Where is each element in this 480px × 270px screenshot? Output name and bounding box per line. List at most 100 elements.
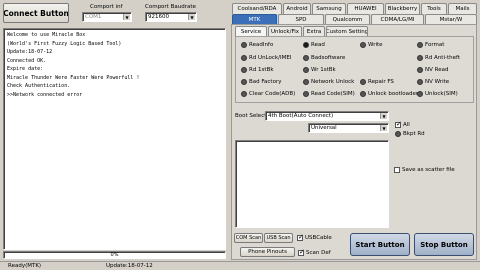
radio-label: Clear Code(ADB) [249,91,296,97]
radio-dot [360,91,366,97]
radio-unlock-sim[interactable]: Unlock(SIM) [417,91,458,97]
log-line: Connected OK. [7,57,47,64]
radio-dot [417,79,423,85]
checkbox-box [395,120,402,128]
chevron-down-icon: ▼ [123,14,130,20]
radio-format[interactable]: Format [417,42,444,48]
partition-list[interactable] [235,140,389,228]
checkbox-box [297,233,304,241]
boot-select[interactable]: 4th Boot(Auto Connect) ▼ [265,111,389,121]
chevron-down-icon: ▼ [380,125,387,131]
universal-select[interactable]: Universal ▼ [308,123,389,133]
radio-label: Read Code(SIM) [311,91,355,97]
status-update: Update:18-07-12 [106,263,153,269]
usb-cable-label: USBCable [305,235,332,241]
connect-button[interactable]: Connect Button [3,3,69,23]
all-checkbox[interactable]: All [395,120,410,128]
usb-scan-button[interactable]: USB Scan [264,233,293,243]
radio-label: Rd UnLock/IMEI [249,55,292,61]
chevron-down-icon: ▼ [380,113,387,119]
universal-value: Universal [311,125,337,131]
radio-dot [303,55,309,61]
bkpt-rd-label: Bkpt Rd [403,131,425,137]
radio-clear-code-adb[interactable]: Clear Code(ADB) [241,91,295,97]
log-line: Miracle Thunder Were Faster Were Powerfu… [7,74,140,81]
radio-label: Network Unlock [311,79,355,85]
scan-def-checkbox[interactable]: Scan Def [298,248,331,256]
radio-rd-anti-theft[interactable]: Rd Anti-theft [417,55,460,61]
radio-dot [241,67,247,73]
radio-wr-1stbk[interactable]: Wr 1stBk [303,67,336,73]
radio-rd-unlock-imei[interactable]: Rd UnLock/IMEI [241,55,291,61]
start-button[interactable]: Start Button [350,233,410,256]
radio-dot [360,42,366,48]
tab-samsung[interactable]: Samsung [312,3,346,14]
radio-dot [395,131,401,137]
tab-blackberry[interactable]: Blackberry [385,3,420,14]
progress-text: 0% [110,252,119,258]
tab-coolsand-rda[interactable]: Coolsand/RDA [232,3,282,14]
all-label: All [403,122,410,128]
radio-dot [417,67,423,73]
save-scatter-label: Save as scatter file [402,167,455,173]
radio-rd-1stbk[interactable]: Rd 1stBk [241,67,274,73]
save-scatter-checkbox[interactable]: Save as scatter file [394,167,455,173]
log-line: Expire date: [7,66,44,72]
radio-readinfo[interactable]: ReadInfo [241,42,273,48]
progress-bar: 0% [3,251,226,259]
radio-badsoftware[interactable]: Badsoftware [303,55,345,61]
tab-tools[interactable]: Tools [421,3,447,14]
checkbox-box [394,167,400,173]
bkpt-rd-radio[interactable]: Bkpt Rd [395,131,425,137]
radio-label: Read [311,42,325,48]
tab-mails[interactable]: Mails [448,3,477,14]
radio-dot [303,91,309,97]
stop-button[interactable]: Stop Button [414,233,474,256]
radio-dot [417,55,423,61]
radio-label: Format [425,42,445,48]
radio-dot [241,91,247,97]
boot-select-value: 4th Boot(Auto Connect) [268,113,334,119]
status-text: Ready(MTK) [8,263,42,269]
tab-android[interactable]: Android [283,3,311,14]
radio-dot [417,91,423,97]
log-output[interactable]: Welcome to use Miracle Box (World's First… [3,28,226,250]
radio-dot [417,42,423,48]
radio-network-unlock[interactable]: Network Unlock [303,79,354,85]
radio-label: NV Write [425,79,450,85]
radio-label: Rd 1stBk [249,67,274,73]
radio-label: ReadInfo [249,42,274,48]
radio-label: Bad Factory [249,79,282,85]
radio-label: Repair FS [368,79,394,85]
radio-label: Badsoftware [311,55,346,61]
radio-repair-fs[interactable]: Repair FS [360,79,394,85]
comport-baud-label: Comport Baudrate [145,4,196,10]
log-line: Update:18-07-12 [7,49,53,55]
log-line: Welcome to use Miracle Box [7,32,86,38]
radio-dot [303,67,309,73]
phone-pinouts-button[interactable]: Phone Pinouts [240,247,295,257]
comport-inf-select[interactable]: COM1 ▼ [82,12,132,22]
comport-baud-select[interactable]: 921600 ▼ [145,12,197,22]
radio-dot [360,79,366,85]
checkbox-box [298,248,305,256]
comport-inf-value: COM1 [85,14,102,20]
radio-bad-factory[interactable]: Bad Factory [241,79,281,85]
radio-unlock-bootloader[interactable]: Unlock bootloader [360,91,418,97]
radio-label: Write [368,42,383,48]
radio-nv-write[interactable]: NV Write [417,79,449,85]
usb-cable-checkbox[interactable]: USBCable [297,233,332,241]
boot-select-label: Boot Select: [235,113,269,119]
radio-label: Unlock bootloader [368,91,419,97]
tab-huawei[interactable]: HUAWEI [347,3,384,14]
comport-inf-label: Comport inf [90,4,123,10]
radio-label: NV Read [425,67,449,73]
radio-dot [303,42,309,48]
radio-write[interactable]: Write [360,42,383,48]
radio-read-code-sim[interactable]: Read Code(SIM) [303,91,355,97]
radio-read[interactable]: Read [303,42,325,48]
status-bar: Ready(MTK) Update:18-07-12 [0,261,480,270]
radio-dot [241,42,247,48]
radio-nv-read[interactable]: NV Read [417,67,448,73]
com-scan-button[interactable]: COM Scan [234,233,263,243]
